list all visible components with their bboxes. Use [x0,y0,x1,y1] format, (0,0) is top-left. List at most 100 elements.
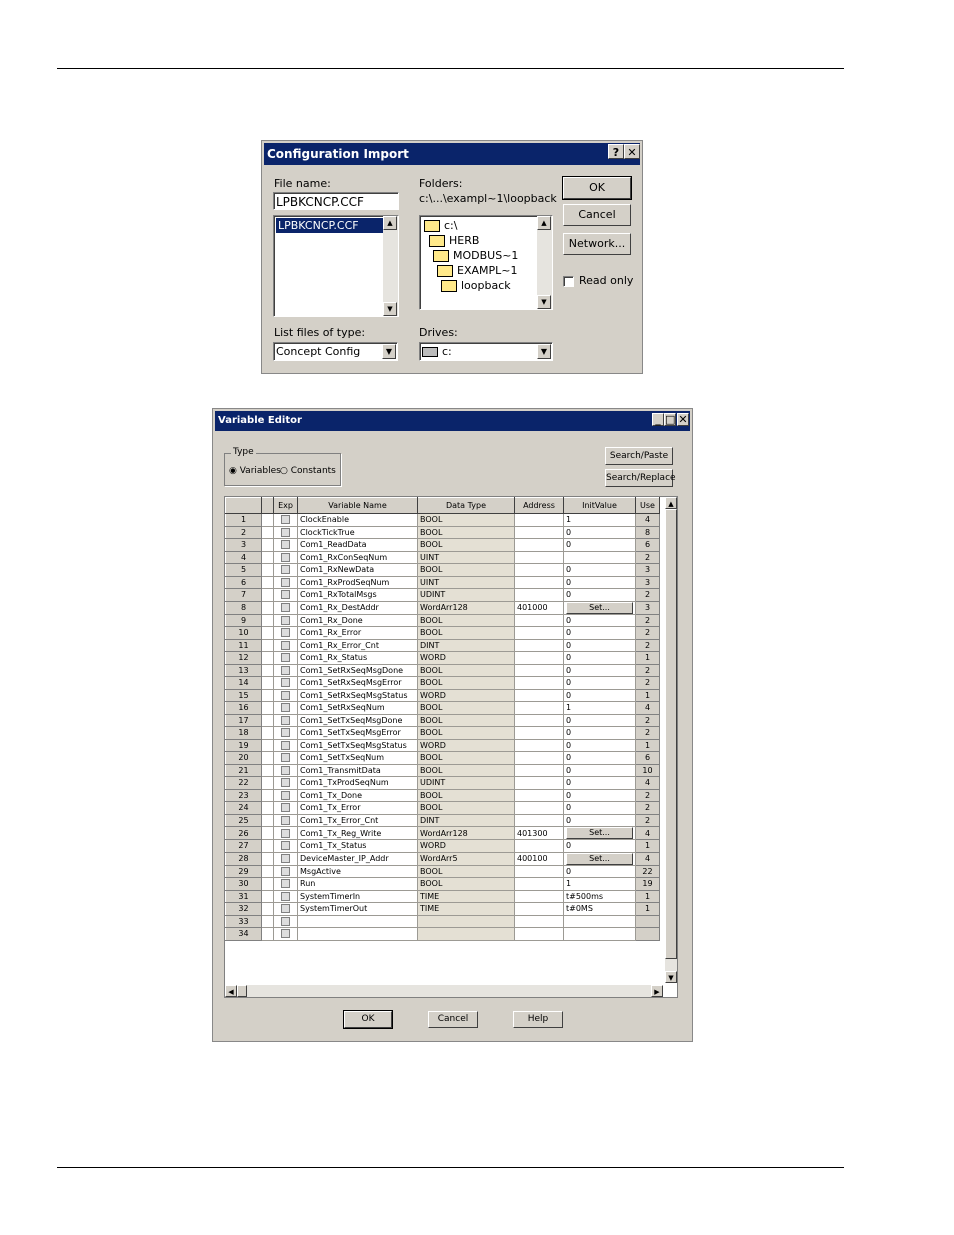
cancel-button[interactable]: Cancel [428,1011,478,1028]
data-type-cell[interactable]: BOOL [417,626,515,640]
init-value-cell[interactable]: 0 [563,676,636,690]
export-checkbox[interactable] [273,751,298,765]
init-value-cell[interactable]: Set... [563,826,636,840]
row-selector[interactable] [261,551,274,564]
table-row[interactable]: 16 Com1_SetRxSeqNum BOOL 1 4 [225,701,660,715]
cancel-button[interactable]: Cancel [563,204,631,226]
variable-name-cell[interactable]: Com1_SetTxSeqMsgDone [297,714,418,727]
row-selector[interactable] [261,814,274,827]
address-cell[interactable] [514,576,564,589]
row-selector[interactable] [261,801,274,815]
variable-name-cell[interactable] [297,927,418,941]
set-button[interactable]: Set... [566,601,633,613]
folder-item[interactable]: loopback [441,279,511,292]
data-type-cell[interactable]: BOOL [417,664,515,677]
table-row[interactable]: 3 Com1_ReadData BOOL 0 6 [225,538,660,552]
table-row[interactable]: 24 Com1_Tx_Error BOOL 0 2 [225,801,660,815]
row-selector[interactable] [261,626,274,640]
variable-name-cell[interactable]: ClockTickTrue [297,526,418,539]
init-value-cell[interactable]: 0 [563,639,636,652]
column-header[interactable]: Variable Name [297,497,418,514]
scroll-up-arrow[interactable]: ▲ [665,497,677,509]
variable-name-cell[interactable]: Com1_SetTxSeqNum [297,751,418,765]
variable-name-cell[interactable]: Com1_RxTotalMsgs [297,588,418,602]
init-value-cell[interactable]: t#500ms [563,890,636,903]
table-row[interactable]: 1 ClockEnable BOOL 1 4 [225,513,660,527]
data-type-cell[interactable]: BOOL [417,801,515,815]
column-header[interactable]: Data Type [417,497,515,514]
data-type-cell[interactable]: BOOL [417,789,515,802]
scroll-down-arrow[interactable]: ▼ [537,295,551,309]
checkbox-icon[interactable] [281,740,290,750]
address-cell[interactable] [514,701,564,715]
variable-name-cell[interactable]: Com1_Tx_Error [297,801,418,815]
export-checkbox[interactable] [273,877,298,891]
address-cell[interactable] [514,626,564,640]
data-type-cell[interactable]: BOOL [417,676,515,690]
checkbox-icon[interactable] [281,728,290,738]
checkbox-icon[interactable] [281,540,290,550]
row-selector[interactable] [261,852,274,866]
table-row[interactable]: 27 Com1_Tx_Status WORD 0 1 [225,839,660,853]
variable-name-cell[interactable]: Com1_Tx_Reg_Write [297,826,418,840]
row-selector[interactable] [261,563,274,577]
chevron-down-icon[interactable]: ▼ [537,344,551,359]
init-value-cell[interactable] [563,927,636,941]
variable-name-cell[interactable]: Com1_ReadData [297,538,418,552]
export-checkbox[interactable] [273,739,298,752]
table-row[interactable]: 13 Com1_SetRxSeqMsgDone BOOL 0 2 [225,663,660,677]
data-type-cell[interactable]: WORD [417,651,515,665]
table-row[interactable]: 26 Com1_Tx_Reg_Write WordArr128 401300 Set..… [225,826,660,840]
variable-name-cell[interactable]: ClockEnable [297,513,418,527]
row-selector[interactable] [261,764,274,777]
export-checkbox[interactable] [273,626,298,640]
table-row[interactable]: 31 SystemTimerIn TIME t#500ms 1 [225,889,660,903]
checkbox-icon[interactable] [281,753,290,763]
address-cell[interactable] [514,902,564,916]
radio-variables[interactable]: ◉ Variables [229,466,281,476]
variable-name-cell[interactable]: Com1_RxConSeqNum [297,551,418,564]
row-selector[interactable] [261,776,274,790]
export-checkbox[interactable] [273,852,298,866]
row-selector[interactable] [261,739,274,752]
row-selector[interactable] [261,826,274,840]
table-row[interactable]: 10 Com1_Rx_Error BOOL 0 2 [225,626,660,640]
row-selector[interactable] [261,877,274,891]
close-icon[interactable]: ✕ [624,144,640,159]
checkbox-icon[interactable] [281,879,290,889]
init-value-cell[interactable]: 0 [563,576,636,589]
checkbox-icon[interactable] [281,603,290,612]
folder-item[interactable]: EXAMPL~1 [437,264,517,277]
folder-item[interactable]: c:\ [424,219,457,232]
export-checkbox[interactable] [273,701,298,715]
row-selector[interactable] [261,513,274,527]
row-selector[interactable] [261,839,274,853]
export-checkbox[interactable] [273,588,298,602]
checkbox-icon[interactable] [281,653,290,663]
data-type-cell[interactable] [417,927,515,941]
table-row[interactable]: 6 Com1_RxProdSeqNum UINT 0 3 [225,575,660,589]
address-cell[interactable] [514,726,564,740]
address-cell[interactable] [514,927,564,941]
folder-scrollbar[interactable]: ▲ ▼ [537,216,552,309]
data-type-cell[interactable]: BOOL [417,526,515,539]
row-selector[interactable] [261,865,274,878]
folder-tree[interactable]: c:\ HERB MODBUS~1 EXAMPL~1 loopback ▲ ▼ [419,215,553,310]
export-checkbox[interactable] [273,538,298,552]
address-cell[interactable] [514,689,564,702]
row-selector[interactable] [261,714,274,727]
table-row[interactable]: 8 Com1_Rx_DestAddr WordArr128 401000 Set... 3 [225,600,660,615]
variable-name-cell[interactable]: Com1_Rx_Error [297,626,418,640]
export-checkbox[interactable] [273,801,298,815]
checkbox-icon[interactable] [281,527,290,537]
export-checkbox[interactable] [273,764,298,777]
file-name-input[interactable]: LPBKCNCP.CCF [273,192,399,210]
data-type-cell[interactable]: UDINT [417,776,515,790]
address-cell[interactable] [514,538,564,552]
set-button[interactable]: Set... [566,852,633,864]
init-value-cell[interactable]: 0 [563,538,636,552]
scroll-up-arrow[interactable]: ▲ [537,216,551,230]
row-selector[interactable] [261,789,274,802]
variable-name-cell[interactable]: Com1_TxProdSeqNum [297,776,418,790]
checkbox-icon[interactable] [281,628,290,638]
